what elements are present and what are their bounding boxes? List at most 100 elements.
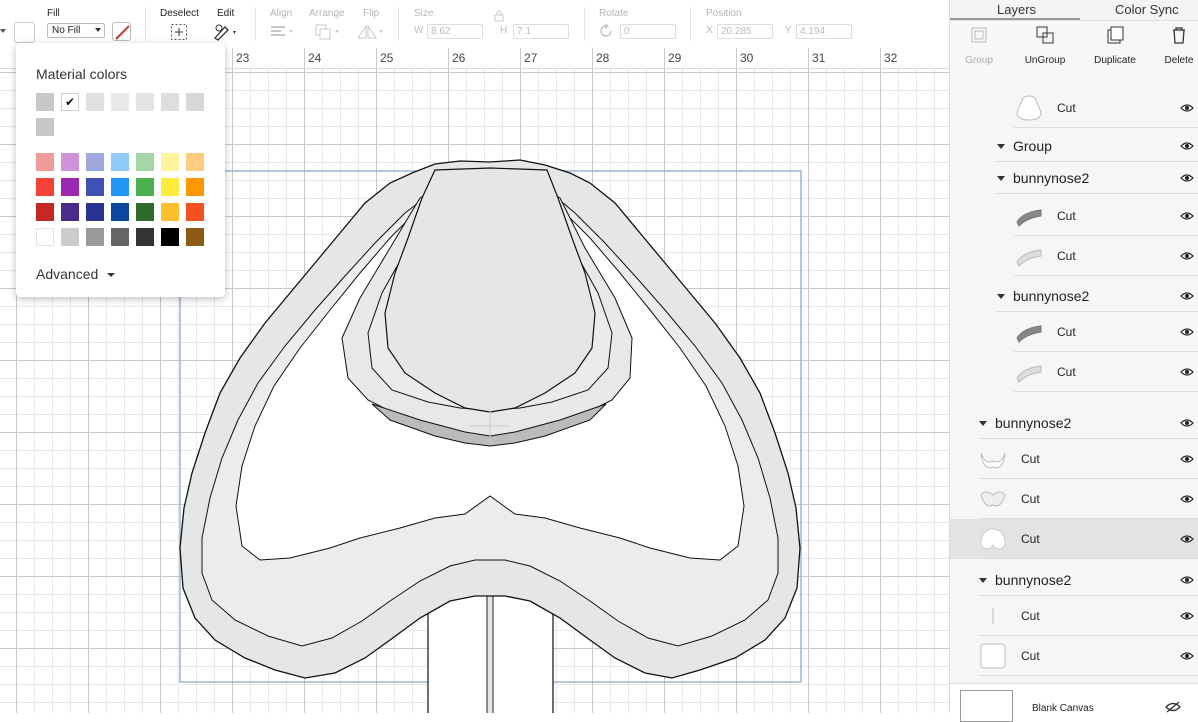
eye-icon[interactable] (1180, 211, 1194, 221)
color-swatch[interactable] (86, 228, 104, 246)
rotate-input[interactable]: 0 (620, 24, 676, 39)
eye-icon[interactable] (1180, 534, 1194, 544)
height-input[interactable]: 7.1 (513, 24, 569, 39)
grey-swatch[interactable]: ✔ (61, 93, 79, 111)
color-swatch[interactable] (136, 228, 154, 246)
eye-icon[interactable] (1180, 651, 1194, 661)
color-swatch[interactable] (36, 203, 54, 221)
eye-icon[interactable] (1180, 141, 1194, 151)
layer-row[interactable]: Cut (950, 596, 1198, 636)
duplicate-button[interactable]: Duplicate (1085, 21, 1145, 68)
layer-label: Cut (1021, 609, 1040, 623)
color-swatch[interactable] (86, 203, 104, 221)
color-swatch[interactable] (136, 153, 154, 171)
layer-row[interactable]: Cut (950, 312, 1198, 352)
color-swatch[interactable] (36, 228, 54, 246)
dropdown-caret-left[interactable] (0, 29, 6, 33)
eye-icon[interactable] (1180, 367, 1194, 377)
fill-color-swatch[interactable] (112, 22, 131, 41)
eye-icon[interactable] (1180, 454, 1194, 464)
delete-button[interactable]: Delete (1158, 21, 1198, 68)
grey-swatch[interactable] (161, 93, 179, 111)
color-swatch[interactable] (111, 228, 129, 246)
layer-row[interactable]: Cut (950, 236, 1198, 276)
arrange-icon[interactable] (314, 23, 342, 41)
color-swatch[interactable] (111, 153, 129, 171)
layer-group-row[interactable]: bunnynose2 (950, 280, 1198, 312)
layer-row[interactable]: Cut (950, 439, 1198, 479)
grey-swatch[interactable] (86, 93, 104, 111)
tab-layers[interactable]: Layers (997, 2, 1036, 17)
color-swatch[interactable] (61, 153, 79, 171)
eye-icon[interactable] (1180, 327, 1194, 337)
lock-icon[interactable] (494, 10, 504, 22)
color-swatch[interactable] (136, 178, 154, 196)
color-swatch[interactable] (186, 203, 204, 221)
color-swatch[interactable] (186, 178, 204, 196)
align-icon[interactable] (268, 24, 296, 40)
layer-row[interactable]: Cut (950, 519, 1198, 559)
chevron-down-icon[interactable] (997, 294, 1005, 299)
blank-canvas-thumbnail[interactable] (960, 690, 1013, 722)
color-swatch[interactable] (161, 228, 179, 246)
layer-group-row[interactable]: bunnynose2 (950, 407, 1198, 439)
color-swatch[interactable] (61, 203, 79, 221)
width-input[interactable]: 8.62 (427, 24, 483, 39)
layers-list[interactable]: Cut Group bunnynose2 Cut Cut bunnynose2 Cut Cut… (950, 68, 1198, 683)
chevron-down-icon[interactable] (979, 578, 987, 583)
grey-swatch[interactable] (136, 93, 154, 111)
layer-row[interactable]: Cut (950, 479, 1198, 519)
layer-group-row[interactable]: bunnynose2 (950, 162, 1198, 194)
eye-icon[interactable] (1180, 291, 1194, 301)
grey-swatch[interactable] (36, 118, 54, 136)
color-swatch[interactable] (86, 178, 104, 196)
color-swatch[interactable] (161, 178, 179, 196)
x-position-input[interactable]: 20.285 (717, 24, 773, 39)
eye-icon[interactable] (1180, 418, 1194, 428)
eye-hidden-icon[interactable] (1165, 701, 1181, 713)
eye-icon[interactable] (1180, 251, 1194, 261)
color-swatch[interactable] (111, 178, 129, 196)
color-swatch[interactable] (36, 153, 54, 171)
layer-row[interactable]: Cut (950, 636, 1198, 676)
group-button[interactable]: Group (950, 21, 1008, 68)
color-swatch[interactable] (136, 203, 154, 221)
chevron-down-icon[interactable] (997, 176, 1005, 181)
color-swatch[interactable] (186, 228, 204, 246)
chevron-down-icon[interactable] (979, 421, 987, 426)
flip-icon[interactable] (356, 23, 386, 41)
eye-icon[interactable] (1180, 103, 1194, 113)
ungroup-button[interactable]: UnGroup (1012, 21, 1078, 68)
fill-preview-swatch[interactable] (14, 22, 35, 43)
eye-icon[interactable] (1180, 611, 1194, 621)
blank-canvas-row[interactable]: Blank Canvas (950, 683, 1198, 722)
chevron-down-icon[interactable] (997, 144, 1005, 149)
grey-swatch[interactable] (186, 93, 204, 111)
color-swatch[interactable] (161, 153, 179, 171)
advanced-button[interactable]: Advanced (36, 266, 116, 282)
color-swatch[interactable] (61, 228, 79, 246)
fill-type-select[interactable]: No Fill (47, 23, 105, 38)
separator (584, 7, 585, 41)
layer-row[interactable]: Cut (950, 88, 1198, 128)
color-swatch[interactable] (111, 203, 129, 221)
layer-row[interactable]: Cut (950, 196, 1198, 236)
eye-icon[interactable] (1180, 494, 1194, 504)
eye-icon[interactable] (1180, 575, 1194, 585)
layer-row[interactable]: Cut (950, 352, 1198, 392)
layer-group-row[interactable]: Group (950, 130, 1198, 162)
edit-tools-icon[interactable] (213, 23, 239, 41)
eye-icon[interactable] (1180, 173, 1194, 183)
color-swatch[interactable] (161, 203, 179, 221)
grey-swatch[interactable] (111, 93, 129, 111)
layer-group-row[interactable]: bunnynose2 (950, 564, 1198, 596)
color-swatch[interactable] (86, 153, 104, 171)
chevron-down-icon (107, 273, 116, 278)
tab-color-sync[interactable]: Color Sync (1115, 2, 1179, 17)
grey-swatch[interactable] (36, 93, 54, 111)
y-position-input[interactable]: 4.194 (796, 24, 852, 39)
deselect-icon[interactable] (170, 23, 188, 41)
color-swatch[interactable] (36, 178, 54, 196)
color-swatch[interactable] (186, 153, 204, 171)
color-swatch[interactable] (61, 178, 79, 196)
